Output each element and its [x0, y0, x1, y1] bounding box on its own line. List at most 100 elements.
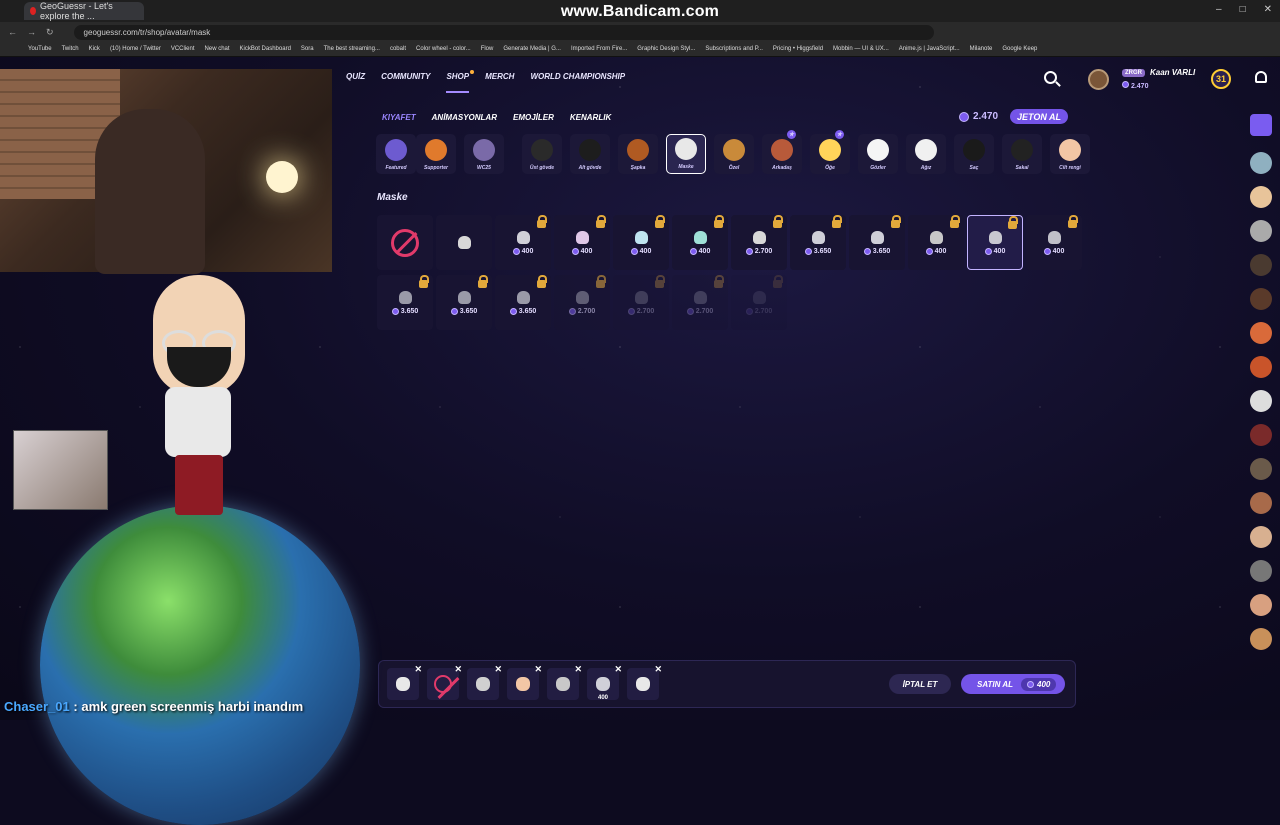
nav-item-community[interactable]: COMMUNITY	[381, 72, 430, 93]
remove-icon[interactable]: ✕	[574, 664, 582, 675]
remove-icon[interactable]: ✕	[494, 664, 502, 675]
friend-avatar[interactable]	[1250, 186, 1272, 208]
bookmark-item[interactable]: Generate Media | G...	[503, 46, 561, 52]
mask-item[interactable]: 3.650	[849, 215, 905, 270]
bookmark-item[interactable]: Graphic Design Styl...	[637, 46, 695, 52]
category-14[interactable]: Cilt rengi	[1050, 134, 1090, 174]
mask-item[interactable]: 2.700	[731, 275, 787, 330]
friend-avatar[interactable]	[1250, 254, 1272, 276]
friend-avatar[interactable]	[1250, 594, 1272, 616]
remove-icon[interactable]: ✕	[534, 664, 542, 675]
category-5[interactable]: Şapka	[618, 134, 658, 174]
search-icon[interactable]	[1044, 71, 1057, 84]
bookmark-item[interactable]: Color wheel - color...	[416, 46, 471, 52]
mask-item[interactable]: 400	[613, 215, 669, 270]
reload-icon[interactable]: ↻	[46, 27, 54, 38]
remove-icon[interactable]: ✕	[414, 664, 422, 675]
cancel-button[interactable]: İPTAL ET	[889, 674, 951, 694]
cart-slot[interactable]: ✕ 400	[587, 664, 622, 701]
bookmark-item[interactable]: Milanote	[970, 46, 993, 52]
bookmark-item[interactable]: YouTube	[28, 46, 52, 52]
mask-item[interactable]: 400	[554, 215, 610, 270]
level-badge[interactable]: 31	[1211, 69, 1231, 89]
buy-button[interactable]: SATIN AL 400	[961, 674, 1065, 694]
tab-0[interactable]: KIYAFET	[382, 113, 416, 122]
mask-item[interactable]: 400	[908, 215, 964, 270]
bookmark-item[interactable]: The best streaming...	[324, 46, 380, 52]
bookmark-item[interactable]: cobalt	[390, 46, 406, 52]
back-icon[interactable]: ←	[8, 27, 17, 37]
mask-item[interactable]: 3.650	[495, 275, 551, 330]
friend-avatar[interactable]	[1250, 526, 1272, 548]
friend-avatar[interactable]	[1250, 628, 1272, 650]
category-0[interactable]: Featured	[376, 134, 416, 174]
remove-icon[interactable]: ✕	[654, 664, 662, 675]
nav-item-merch[interactable]: MERCH	[485, 72, 514, 93]
bookmark-item[interactable]: VCClient	[171, 46, 195, 52]
mask-item[interactable]	[436, 215, 492, 270]
category-6[interactable]: Maske	[666, 134, 706, 174]
mask-item[interactable]: 2.700	[613, 275, 669, 330]
category-3[interactable]: Üst gövde	[522, 134, 562, 174]
mask-item[interactable]: 400	[672, 215, 728, 270]
mask-item[interactable]: 2.700	[731, 215, 787, 270]
category-13[interactable]: Sakal	[1002, 134, 1042, 174]
tab-1[interactable]: ANİMASYONLAR	[432, 113, 497, 122]
tab-3[interactable]: KENARLIK	[570, 113, 611, 122]
cart-slot[interactable]: ✕	[507, 664, 542, 700]
friend-avatar[interactable]	[1250, 288, 1272, 310]
bookmark-item[interactable]: (10) Home / Twitter	[110, 46, 161, 52]
mask-item[interactable]: 400	[967, 215, 1023, 270]
cart-slot[interactable]: ✕	[467, 664, 502, 700]
forward-icon[interactable]: →	[27, 27, 36, 37]
bookmark-item[interactable]: Pricing • Higgsfield	[773, 46, 823, 52]
bookmark-item[interactable]: New chat	[205, 46, 230, 52]
mask-item[interactable]: 2.700	[554, 275, 610, 330]
bookmark-item[interactable]: Subscriptions and P...	[705, 46, 763, 52]
bookmark-item[interactable]: Google Keep	[1002, 46, 1037, 52]
mask-item[interactable]: 400	[495, 215, 551, 270]
mask-item[interactable]: 400	[1026, 215, 1082, 270]
bookmark-item[interactable]: KickBot Dashboard	[240, 46, 291, 52]
mask-item[interactable]: 3.650	[377, 275, 433, 330]
friend-avatar[interactable]	[1250, 458, 1272, 480]
friend-avatar[interactable]	[1250, 152, 1272, 174]
category-7[interactable]: Özel	[714, 134, 754, 174]
nav-item-qui̇z[interactable]: QUİZ	[346, 72, 365, 93]
bookmark-item[interactable]: Mobbin — UI & UX...	[833, 46, 889, 52]
nav-item-world-championship[interactable]: WORLD CHAMPIONSHIP	[530, 72, 625, 93]
category-4[interactable]: Alt gövde	[570, 134, 610, 174]
friend-avatar[interactable]	[1250, 424, 1272, 446]
remove-icon[interactable]: ✕	[454, 664, 462, 675]
category-11[interactable]: Ağız	[906, 134, 946, 174]
category-8[interactable]: Arkadaş ★	[762, 130, 802, 174]
notifications-bell-icon[interactable]	[1255, 71, 1267, 83]
mask-item[interactable]: 3.650	[790, 215, 846, 270]
cart-slot[interactable]: ✕	[427, 664, 462, 700]
bookmark-item[interactable]: Anime.js | JavaScript...	[899, 46, 960, 52]
mask-item[interactable]: 3.650	[436, 275, 492, 330]
category-9[interactable]: Öğe ★	[810, 130, 850, 174]
avatar[interactable]	[1088, 69, 1109, 90]
friend-avatar[interactable]	[1250, 560, 1272, 582]
bookmark-item[interactable]: Imported From Fire...	[571, 46, 627, 52]
bookmark-item[interactable]: Kick	[89, 46, 100, 52]
category-1[interactable]: Supporter	[416, 134, 456, 174]
category-10[interactable]: Gözler	[858, 134, 898, 174]
url-field[interactable]: geoguessr.com/tr/shop/avatar/mask	[73, 24, 934, 40]
category-12[interactable]: Saç	[954, 134, 994, 174]
bookmark-item[interactable]: Flow	[481, 46, 494, 52]
category-2[interactable]: WC25	[464, 134, 504, 174]
buy-coins-button[interactable]: JETON AL	[1010, 109, 1068, 124]
friend-avatar[interactable]	[1250, 356, 1272, 378]
friend-avatar[interactable]	[1250, 390, 1272, 412]
bookmark-item[interactable]: Twitch	[62, 46, 79, 52]
user-name[interactable]: Kaan VARLI	[1150, 68, 1195, 77]
cart-slot[interactable]: ✕	[547, 664, 582, 700]
remove-icon[interactable]: ✕	[614, 664, 622, 675]
mask-item[interactable]: 2.700	[672, 275, 728, 330]
cart-slot[interactable]: ✕	[627, 664, 662, 700]
friend-avatar[interactable]	[1250, 492, 1272, 514]
nav-item-shop[interactable]: SHOP	[446, 70, 474, 93]
shield-icon[interactable]	[1250, 114, 1272, 136]
